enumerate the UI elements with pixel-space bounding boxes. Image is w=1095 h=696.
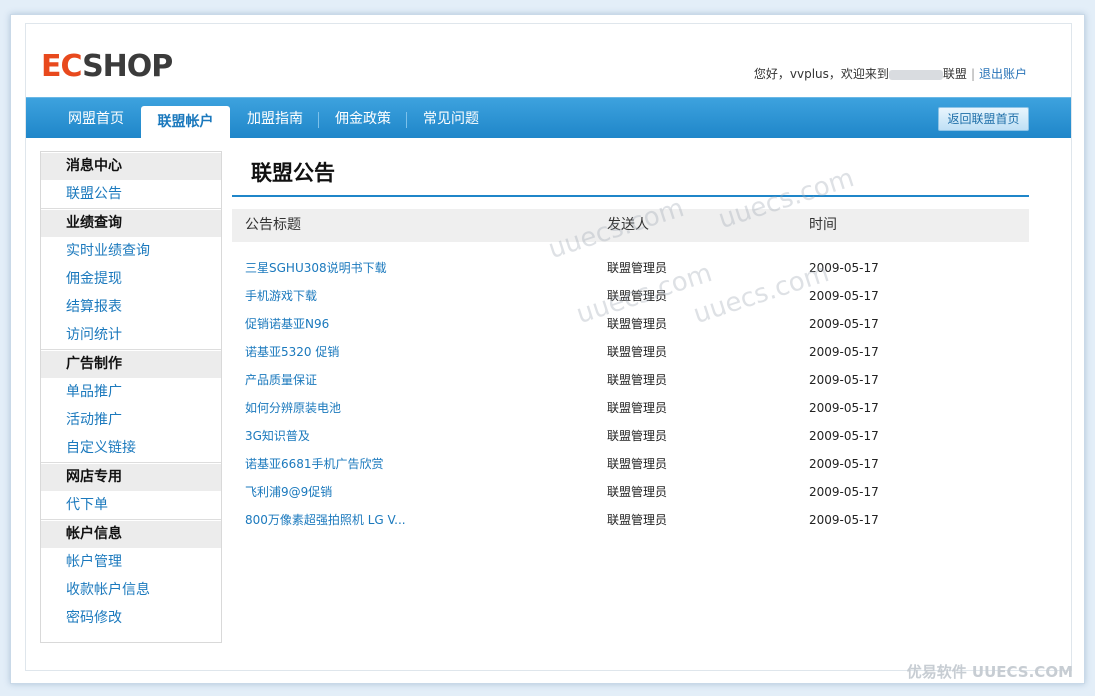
sender-cell: 联盟管理员 bbox=[607, 373, 668, 387]
sender-cell: 联盟管理员 bbox=[607, 345, 668, 359]
sidebar-heading: 广告制作 bbox=[41, 350, 221, 378]
sidebar: 消息中心 联盟公告 业绩查询 实时业绩查询 佣金提现 结算报表 访问统计 广告制… bbox=[40, 151, 222, 643]
sidebar-group-performance: 业绩查询 实时业绩查询 佣金提现 结算报表 访问统计 bbox=[41, 209, 221, 350]
nav-item-home[interactable]: 网盟首页 bbox=[68, 98, 124, 138]
title-underline bbox=[232, 195, 1029, 197]
time-cell: 2009-05-17 bbox=[809, 317, 879, 331]
sidebar-link-custom-link[interactable]: 自定义链接 bbox=[41, 434, 221, 462]
logo-ec: EC bbox=[41, 49, 83, 84]
table-row: 飞利浦9@9促销 联盟管理员 2009-05-17 bbox=[232, 478, 1029, 506]
nav-item-guide[interactable]: 加盟指南 bbox=[247, 98, 303, 138]
nav-item-commission[interactable]: 佣金政策 bbox=[335, 98, 391, 138]
nav-item-account[interactable]: 联盟帐户 bbox=[141, 106, 230, 138]
user-greeting: 您好，vvplus，欢迎来到 联盟 | 退出账户 bbox=[753, 67, 1027, 81]
nav-divider bbox=[406, 112, 407, 128]
sidebar-link-campaign[interactable]: 活动推广 bbox=[41, 406, 221, 434]
table-row: 诺基亚6681手机广告欣赏 联盟管理员 2009-05-17 bbox=[232, 450, 1029, 478]
sidebar-group-shop: 网店专用 代下单 bbox=[41, 463, 221, 520]
table-row: 产品质量保证 联盟管理员 2009-05-17 bbox=[232, 366, 1029, 394]
footer-brand-watermark: 优易软件 UUECS.COM bbox=[906, 663, 1073, 681]
time-cell: 2009-05-17 bbox=[809, 345, 879, 359]
table-row: 诺基亚5320 促销 联盟管理员 2009-05-17 bbox=[232, 338, 1029, 366]
sidebar-link-account-manage[interactable]: 帐户管理 bbox=[41, 548, 221, 576]
sender-cell: 联盟管理员 bbox=[607, 485, 668, 499]
announcement-title-link[interactable]: 三星SGHU308说明书下载 bbox=[245, 254, 387, 282]
logout-link[interactable]: 退出账户 bbox=[979, 67, 1027, 81]
sidebar-link-realtime[interactable]: 实时业绩查询 bbox=[41, 237, 221, 265]
sender-cell: 联盟管理员 bbox=[607, 513, 668, 527]
table-row: 三星SGHU308说明书下载 联盟管理员 2009-05-17 bbox=[232, 254, 1029, 282]
announcement-title-link[interactable]: 3G知识普及 bbox=[245, 422, 310, 450]
ecshop-logo[interactable]: ECSHOP bbox=[41, 49, 181, 89]
sender-cell: 联盟管理员 bbox=[607, 457, 668, 471]
greeting-text: 您好，vvplus，欢迎来到 bbox=[753, 67, 889, 81]
sender-cell: 联盟管理员 bbox=[607, 401, 668, 415]
sidebar-link-place-order[interactable]: 代下单 bbox=[41, 491, 221, 519]
page-container: ECSHOP 您好，vvplus，欢迎来到 联盟 | 退出账户 网盟首页 联盟帐户 加… bbox=[25, 23, 1072, 671]
sidebar-link-withdraw[interactable]: 佣金提现 bbox=[41, 265, 221, 293]
table-row: 如何分辨原装电池 联盟管理员 2009-05-17 bbox=[232, 394, 1029, 422]
announcement-title-link[interactable]: 促销诺基亚N96 bbox=[245, 310, 329, 338]
sidebar-heading: 消息中心 bbox=[41, 152, 221, 180]
table-row: 800万像素超强拍照机 LG V... 联盟管理员 2009-05-17 bbox=[232, 506, 1029, 534]
announcement-title-link[interactable]: 产品质量保证 bbox=[245, 366, 317, 394]
main-nav: 网盟首页 联盟帐户 加盟指南 佣金政策 常见问题 返回联盟首页 bbox=[26, 97, 1071, 138]
greeting-suffix: 联盟 bbox=[942, 67, 967, 81]
page-title: 联盟公告 bbox=[251, 161, 335, 185]
column-header-time: 时间 bbox=[809, 217, 837, 233]
announcement-title-link[interactable]: 如何分辨原装电池 bbox=[245, 394, 341, 422]
sidebar-link-visits[interactable]: 访问统计 bbox=[41, 321, 221, 349]
outer-frame: ECSHOP 您好，vvplus，欢迎来到 联盟 | 退出账户 网盟首页 联盟帐户 加… bbox=[10, 14, 1085, 684]
sidebar-link-password[interactable]: 密码修改 bbox=[41, 604, 221, 632]
time-cell: 2009-05-17 bbox=[809, 513, 879, 527]
sidebar-heading: 网店专用 bbox=[41, 463, 221, 491]
time-cell: 2009-05-17 bbox=[809, 485, 879, 499]
sidebar-group-ads: 广告制作 单品推广 活动推广 自定义链接 bbox=[41, 350, 221, 463]
time-cell: 2009-05-17 bbox=[809, 373, 879, 387]
announcement-title-link[interactable]: 800万像素超强拍照机 LG V... bbox=[245, 506, 406, 534]
announcement-title-link[interactable]: 诺基亚5320 促销 bbox=[245, 338, 339, 366]
logo-shop: SHOP bbox=[82, 49, 173, 84]
nav-divider bbox=[318, 112, 319, 128]
sidebar-link-announcements[interactable]: 联盟公告 bbox=[41, 180, 221, 208]
table-row: 3G知识普及 联盟管理员 2009-05-17 bbox=[232, 422, 1029, 450]
sidebar-heading: 业绩查询 bbox=[41, 209, 221, 237]
return-home-button[interactable]: 返回联盟首页 bbox=[938, 107, 1029, 131]
time-cell: 2009-05-17 bbox=[809, 429, 879, 443]
sidebar-group-account: 帐户信息 帐户管理 收款帐户信息 密码修改 bbox=[41, 520, 221, 632]
sender-cell: 联盟管理员 bbox=[607, 429, 668, 443]
nav-item-faq[interactable]: 常见问题 bbox=[423, 98, 479, 138]
sidebar-link-settlement[interactable]: 结算报表 bbox=[41, 293, 221, 321]
time-cell: 2009-05-17 bbox=[809, 457, 879, 471]
announcement-title-link[interactable]: 手机游戏下载 bbox=[245, 282, 317, 310]
time-cell: 2009-05-17 bbox=[809, 401, 879, 415]
sidebar-heading: 帐户信息 bbox=[41, 520, 221, 548]
sidebar-link-single-product[interactable]: 单品推广 bbox=[41, 378, 221, 406]
announcement-title-link[interactable]: 诺基亚6681手机广告欣赏 bbox=[245, 450, 384, 478]
sidebar-link-payment-info[interactable]: 收款帐户信息 bbox=[41, 576, 221, 604]
blurred-site-name bbox=[888, 69, 943, 80]
column-header-title: 公告标题 bbox=[245, 217, 301, 233]
sidebar-group-messages: 消息中心 联盟公告 bbox=[41, 152, 221, 209]
announcement-title-link[interactable]: 飞利浦9@9促销 bbox=[245, 478, 332, 506]
